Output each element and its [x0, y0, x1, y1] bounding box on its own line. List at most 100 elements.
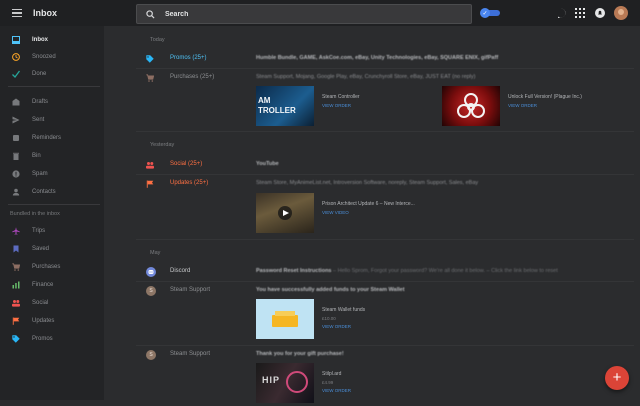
sidebar-item-purchases[interactable]: Purchases	[0, 260, 104, 274]
tag-icon	[12, 335, 20, 343]
sidebar-item-label: Finance	[32, 282, 54, 288]
card-title: Prison Architect Update 6 – New Interce.…	[322, 201, 415, 207]
bundle-row-updates[interactable]: Updates (25+) Steam Store, MyAnimeList.n…	[136, 175, 634, 240]
message-row-discord[interactable]: Discord Password Reset Instructions – He…	[136, 263, 634, 282]
card-price: £4.99	[322, 380, 334, 385]
sidebar-item-label: Social	[32, 300, 49, 306]
sidebar-item-trips[interactable]: Trips	[0, 224, 104, 238]
gift-card[interactable]: HIP Stilpl.ard £4.99 VIEW ORDER	[256, 363, 351, 403]
contacts-icon	[12, 188, 20, 196]
hangouts-icon[interactable]	[556, 8, 566, 18]
discord-icon	[146, 267, 156, 277]
sidebar-item-saved[interactable]: Saved	[0, 242, 104, 256]
pin-toggle[interactable]: ✓	[480, 8, 500, 18]
message-list: Today Promos (25+) Humble Bundle, GAME, …	[104, 26, 640, 403]
card-thumbnail	[256, 299, 314, 339]
reminder-icon	[13, 135, 19, 141]
account-avatar[interactable]	[614, 6, 628, 20]
search-input[interactable]	[163, 9, 457, 19]
card-title: Steam Wallet funds	[322, 307, 366, 313]
sender-name: Discord	[170, 268, 191, 274]
sidebar-item-label: Sent	[32, 117, 45, 123]
tag-icon	[146, 55, 154, 63]
sidebar-item-label: Saved	[32, 246, 50, 252]
card-thumbnail	[256, 193, 314, 233]
sidebar-item-done[interactable]: Done	[0, 67, 104, 81]
card-link[interactable]: VIEW ORDER	[508, 103, 582, 108]
bundle-count: (25+)	[192, 55, 207, 61]
sidebar-item-spam[interactable]: Spam	[0, 167, 104, 181]
app-title: Inbox	[33, 8, 57, 18]
sidebar-item-finance[interactable]: Finance	[0, 278, 104, 292]
card-link[interactable]: VIEW ORDER	[322, 324, 365, 329]
sender-avatar: S	[146, 350, 156, 360]
section-may: May	[150, 250, 161, 256]
sidebar-item-label: Snoozed	[32, 54, 56, 60]
message-subject: You have successfully added funds to you…	[256, 287, 405, 293]
sidebar-divider	[8, 86, 100, 87]
card-link[interactable]: VIEW VIDEO	[322, 210, 415, 215]
sidebar-divider	[8, 204, 100, 205]
sidebar-item-bin[interactable]: Bin	[0, 149, 104, 163]
play-icon[interactable]	[278, 206, 292, 220]
sidebar-item-drafts[interactable]: Drafts	[0, 95, 104, 109]
card-link[interactable]: VIEW ORDER	[322, 103, 360, 108]
sidebar-item-inbox[interactable]: Inbox	[0, 33, 104, 47]
sidebar-item-updates[interactable]: Updates	[0, 314, 104, 328]
drafts-icon	[12, 98, 20, 106]
update-card-video[interactable]: Prison Architect Update 6 – New Interce.…	[256, 193, 415, 233]
sidebar-item-label: Spam	[32, 171, 48, 177]
inbox-icon	[12, 36, 20, 44]
people-icon	[146, 162, 154, 169]
compose-button[interactable]: +	[605, 366, 629, 390]
sidebar-item-label: Reminders	[32, 135, 62, 141]
apps-grid-icon[interactable]	[575, 8, 585, 18]
card-price: £10.00	[322, 316, 336, 321]
notifications-icon[interactable]	[595, 8, 605, 18]
sender-avatar: S	[146, 286, 156, 296]
flag-icon	[146, 180, 154, 188]
message-row-steam-gift[interactable]: S Steam Support Thank you for your gift …	[136, 346, 634, 406]
bookmark-icon	[13, 245, 19, 253]
spam-icon	[12, 170, 20, 178]
search-bar[interactable]	[136, 4, 472, 24]
clock-icon	[12, 53, 20, 61]
purchase-card-plague[interactable]: Unlock Full Version! (Plague Inc.) VIEW …	[442, 86, 582, 126]
card-art-ring	[286, 371, 308, 393]
bundle-name: Promos	[170, 55, 191, 61]
bundle-senders: YouTube	[256, 161, 279, 167]
bundle-row-social[interactable]: Social (25+) YouTube	[136, 156, 634, 175]
card-link[interactable]: VIEW ORDER	[322, 388, 351, 393]
sidebar-item-sent[interactable]: Sent	[0, 113, 104, 127]
card-thumbnail: HIP	[256, 363, 314, 403]
sidebar-item-contacts[interactable]: Contacts	[0, 185, 104, 199]
sidebar-item-social[interactable]: Social	[0, 296, 104, 310]
sidebar-item-label: Updates	[32, 318, 55, 324]
sidebar-item-label: Contacts	[32, 189, 56, 195]
card-title: Stilpl.ard	[322, 371, 342, 377]
sidebar-item-reminders[interactable]: Reminders	[0, 131, 104, 145]
hamburger-menu-icon[interactable]	[12, 8, 22, 18]
message-row-steam-wallet[interactable]: S Steam Support You have successfully ad…	[136, 282, 634, 346]
purchase-card-controller[interactable]: AM TROLLER Steam Controller VIEW ORDER	[256, 86, 360, 126]
sidebar-item-label: Bin	[32, 153, 41, 159]
card-title: Unlock Full Version! (Plague Inc.)	[508, 94, 582, 100]
bundle-name: Updates	[170, 180, 193, 186]
bundle-row-purchases[interactable]: Purchases (25+) Steam Support, Mojang, G…	[136, 69, 634, 132]
message-subject: Password Reset Instructions	[256, 268, 332, 274]
cart-icon	[146, 74, 154, 82]
section-yesterday: Yesterday	[150, 142, 175, 148]
sidebar-item-snoozed[interactable]: Snoozed	[0, 50, 104, 64]
sidebar-item-label: Inbox	[32, 37, 48, 43]
plane-icon	[12, 227, 20, 235]
card-thumbnail: AM TROLLER	[256, 86, 314, 126]
wallet-card[interactable]: Steam Wallet funds £10.00 VIEW ORDER	[256, 299, 365, 339]
pin-icon: ✓	[480, 8, 490, 18]
bundle-row-promos[interactable]: Promos (25+) Humble Bundle, GAME, AskCoe…	[136, 50, 634, 69]
sender-name: Steam Support	[170, 351, 211, 357]
bundle-name: Social	[170, 161, 187, 167]
sidebar-item-promos[interactable]: Promos	[0, 332, 104, 346]
bundle-senders: Steam Support, Mojang, Google Play, eBay…	[256, 74, 476, 80]
bundle-count: (25+)	[200, 74, 215, 80]
send-icon	[12, 116, 20, 124]
